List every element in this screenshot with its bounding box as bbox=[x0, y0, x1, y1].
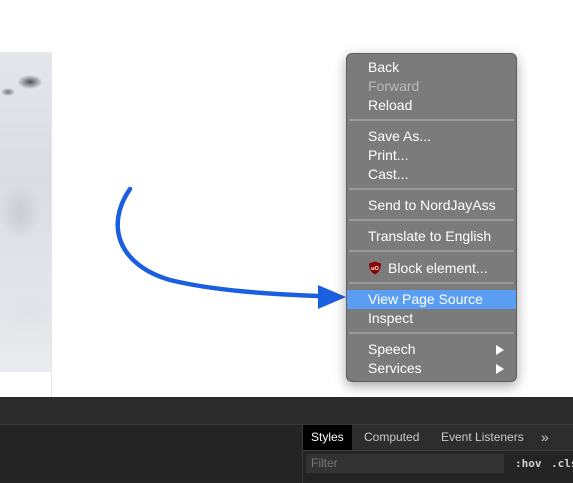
tab-styles[interactable]: Styles bbox=[303, 425, 352, 450]
menu-item-back[interactable]: Back bbox=[347, 58, 516, 77]
context-menu: Back Forward Reload Save As... Print... … bbox=[346, 53, 517, 382]
arrow-curve bbox=[115, 186, 321, 299]
tab-event-listeners[interactable]: Event Listeners bbox=[441, 425, 524, 450]
arrow-head bbox=[318, 285, 346, 309]
menu-item-label: Speech bbox=[368, 341, 416, 357]
tab-computed[interactable]: Computed bbox=[364, 425, 419, 450]
sidebar-tabs: Styles Computed Event Listeners » bbox=[303, 425, 573, 451]
more-tabs-button[interactable]: » bbox=[541, 425, 549, 450]
ublock-origin-icon: uO bbox=[369, 261, 381, 275]
menu-item-translate[interactable]: Translate to English bbox=[347, 227, 516, 246]
class-toggle[interactable]: .cls bbox=[551, 457, 573, 470]
menu-separator bbox=[349, 332, 514, 334]
menu-separator bbox=[349, 188, 514, 190]
menu-separator bbox=[349, 119, 514, 121]
menu-item-services[interactable]: Services bbox=[347, 359, 516, 378]
menu-item-print[interactable]: Print... bbox=[347, 146, 516, 165]
menu-item-cast[interactable]: Cast... bbox=[347, 165, 516, 184]
menu-item-label: Block element... bbox=[388, 260, 488, 276]
menu-separator bbox=[349, 250, 514, 252]
page-image bbox=[0, 52, 52, 372]
menu-item-save-as[interactable]: Save As... bbox=[347, 127, 516, 146]
image-caption-area bbox=[0, 372, 51, 397]
menu-separator bbox=[349, 282, 514, 284]
menu-separator bbox=[349, 219, 514, 221]
menu-item-reload[interactable]: Reload bbox=[347, 96, 516, 115]
svg-text:uO: uO bbox=[371, 266, 379, 272]
chevron-right-icon bbox=[496, 364, 504, 374]
menu-item-forward: Forward bbox=[368, 78, 420, 94]
menu-item-view-page-source[interactable]: View Page Source bbox=[347, 290, 516, 309]
menu-item-speech[interactable]: Speech bbox=[347, 340, 516, 359]
styles-filter-bar: :hov .cls bbox=[303, 451, 573, 483]
devtools-toolbar bbox=[0, 397, 573, 425]
menu-item-label: Services bbox=[368, 360, 422, 376]
hover-state-toggle[interactable]: :hov bbox=[515, 457, 542, 470]
menu-item-inspect[interactable]: Inspect bbox=[347, 309, 516, 328]
menu-item-block-element[interactable]: uO Block element... bbox=[347, 259, 516, 278]
menu-item-send-to-device[interactable]: Send to NordJayAss bbox=[347, 196, 516, 215]
image-divider bbox=[51, 52, 52, 397]
styles-filter-input[interactable] bbox=[306, 454, 504, 473]
chevron-right-icon bbox=[496, 345, 504, 355]
elements-panel[interactable] bbox=[0, 425, 302, 483]
